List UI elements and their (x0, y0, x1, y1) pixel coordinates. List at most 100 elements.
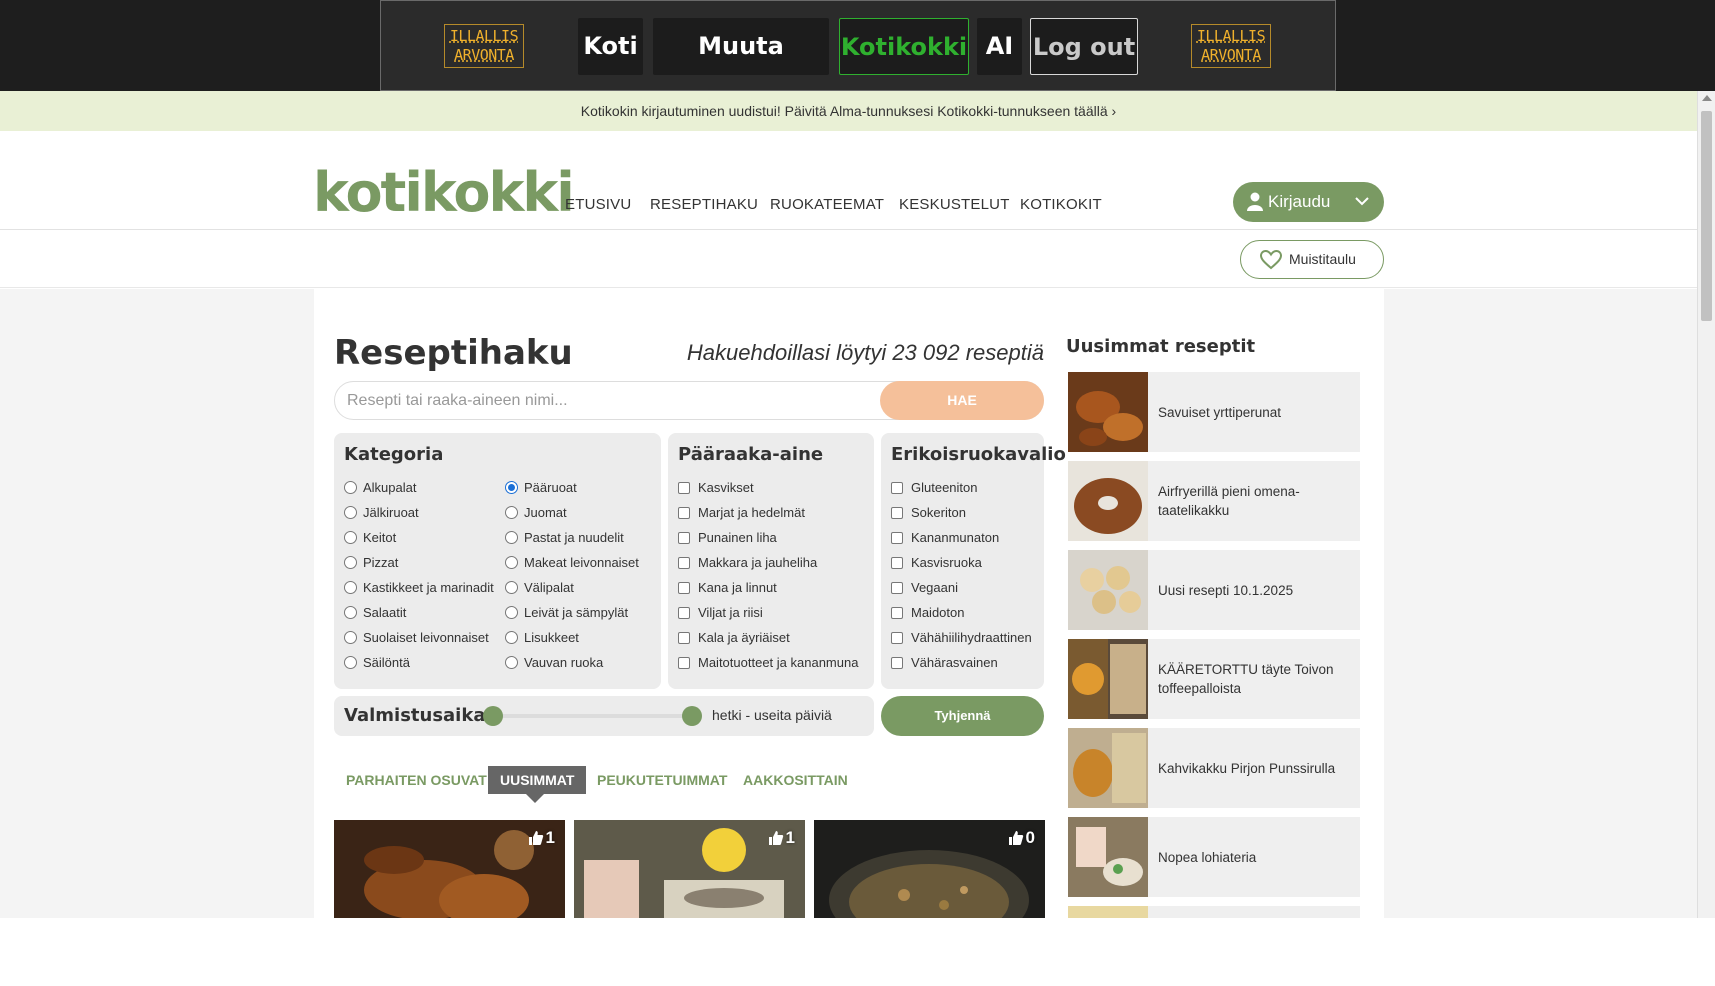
ingredient-option[interactable]: Marjat ja hedelmät (678, 503, 805, 523)
checkbox-icon[interactable] (891, 657, 903, 669)
recipe-card[interactable]: 0 (814, 820, 1045, 918)
scroll-up-arrow-icon[interactable] (1702, 95, 1712, 101)
radio-icon[interactable] (344, 481, 357, 494)
koti-button[interactable]: Koti (578, 18, 643, 75)
checkbox-icon[interactable] (678, 582, 690, 594)
prep-time-slider-track[interactable] (492, 714, 692, 718)
ingredient-option[interactable]: Viljat ja riisi (678, 603, 763, 623)
prep-time-max-handle[interactable] (682, 706, 702, 726)
category-option[interactable]: Kastikkeet ja marinadit (344, 578, 494, 598)
search-button[interactable]: HAE (880, 381, 1044, 420)
latest-recipe-item[interactable]: Nopea lohiateria (1068, 817, 1360, 897)
checkbox-icon[interactable] (891, 582, 903, 594)
radio-icon[interactable] (505, 606, 518, 619)
radio-icon[interactable] (344, 581, 357, 594)
scrollbar-thumb[interactable] (1701, 111, 1712, 321)
diet-option[interactable]: Kasvisruoka (891, 553, 982, 573)
ingredient-option[interactable]: Makkara ja jauheliha (678, 553, 817, 573)
muuta-menua-button[interactable]: Muuta menua (653, 18, 829, 117)
category-option[interactable]: Pastat ja nuudelit (505, 528, 624, 548)
tab-uusimmat[interactable]: UUSIMMAT (488, 766, 587, 794)
category-option[interactable]: Pizzat (344, 553, 398, 573)
checkbox-icon[interactable] (678, 657, 690, 669)
diet-option[interactable]: Vähähiilihydraattinen (891, 628, 1032, 648)
nav-kotikokit[interactable]: KOTIKOKIT (1020, 196, 1102, 213)
checkbox-icon[interactable] (678, 632, 690, 644)
ingredient-option[interactable]: Maitotuotteet ja kananmuna (678, 653, 858, 673)
checkbox-icon[interactable] (891, 607, 903, 619)
login-button[interactable]: Kirjaudu (1233, 182, 1384, 222)
checkbox-icon[interactable] (678, 507, 690, 519)
diet-option[interactable]: Maidoton (891, 603, 964, 623)
nav-reseptihaku[interactable]: RESEPTIHAKU (650, 196, 758, 213)
latest-recipe-item-partial[interactable] (1068, 906, 1360, 918)
clear-filters-button[interactable]: Tyhjennä (881, 696, 1044, 736)
category-option[interactable]: Jälkiruoat (344, 503, 419, 523)
ingredient-option[interactable]: Kasvikset (678, 478, 754, 498)
category-option[interactable]: Makeat leivonnaiset (505, 553, 639, 573)
diet-option[interactable]: Gluteeniton (891, 478, 978, 498)
recipe-card[interactable]: 1 (334, 820, 565, 918)
nav-etusivu[interactable]: ETUSIVU (565, 196, 631, 213)
category-option[interactable]: Välipalat (505, 578, 574, 598)
kotikokki-logo[interactable]: kotikokki (313, 163, 575, 223)
category-option[interactable]: Säilöntä (344, 653, 410, 673)
ingredient-option[interactable]: Punainen liha (678, 528, 777, 548)
category-option[interactable]: Juomat (505, 503, 567, 523)
category-option[interactable]: Keitot (344, 528, 396, 548)
latest-recipe-item[interactable]: Savuiset yrttiperunat (1068, 372, 1360, 452)
latest-recipe-item[interactable]: Kahvikakku Pirjon Punssirulla (1068, 728, 1360, 808)
checkbox-icon[interactable] (678, 482, 690, 494)
diet-option[interactable]: Kananmunaton (891, 528, 999, 548)
checkbox-icon[interactable] (678, 557, 690, 569)
radio-icon[interactable] (505, 656, 518, 669)
radio-icon[interactable] (505, 631, 518, 644)
memo-board-button[interactable]: Muistitaulu (1240, 240, 1384, 279)
checkbox-icon[interactable] (678, 607, 690, 619)
kotikokki-button[interactable]: Kotikokki (839, 18, 969, 75)
radio-icon[interactable] (344, 631, 357, 644)
checkbox-icon[interactable] (891, 557, 903, 569)
latest-recipe-item[interactable]: Airfryerillä pieni omena-taatelikakku (1068, 461, 1360, 541)
ingredient-option[interactable]: Kana ja linnut (678, 578, 777, 598)
radio-icon[interactable] (505, 556, 518, 569)
checkbox-icon[interactable] (891, 532, 903, 544)
checkbox-icon[interactable] (678, 532, 690, 544)
search-input[interactable] (345, 382, 905, 419)
tab-aakkosittain[interactable]: AAKKOSITTAIN (743, 766, 848, 794)
diet-option[interactable]: Vähärasvainen (891, 653, 998, 673)
radio-checked-icon[interactable] (505, 481, 518, 494)
marquee-left-logo[interactable]: ILLALLIS ARVONTA (444, 24, 524, 68)
radio-icon[interactable] (344, 556, 357, 569)
diet-option[interactable]: Sokeriton (891, 503, 966, 523)
checkbox-icon[interactable] (891, 632, 903, 644)
category-option[interactable]: Lisukkeet (505, 628, 579, 648)
diet-option[interactable]: Vegaani (891, 578, 958, 598)
ai-button[interactable]: AI (977, 18, 1022, 75)
radio-icon[interactable] (344, 606, 357, 619)
category-option[interactable]: Salaatit (344, 603, 406, 623)
tab-parhaiten-osuvat[interactable]: PARHAITEN OSUVAT (346, 766, 487, 794)
nav-keskustelut[interactable]: KESKUSTELUT (899, 196, 1010, 213)
category-option-selected[interactable]: Pääruoat (505, 478, 577, 498)
radio-icon[interactable] (505, 581, 518, 594)
radio-icon[interactable] (505, 506, 518, 519)
radio-icon[interactable] (344, 531, 357, 544)
tab-peukutetuimmat[interactable]: PEUKUTETUIMMAT (597, 766, 727, 794)
checkbox-icon[interactable] (891, 482, 903, 494)
checkbox-icon[interactable] (891, 507, 903, 519)
category-option[interactable]: Leivät ja sämpylät (505, 603, 628, 623)
recipe-card[interactable]: 1 (574, 820, 805, 918)
radio-icon[interactable] (344, 656, 357, 669)
page-scrollbar[interactable] (1697, 91, 1715, 918)
logout-button[interactable]: Log out (1030, 18, 1138, 75)
nav-ruokateemat[interactable]: RUOKATEEMAT (770, 196, 884, 213)
latest-recipe-item[interactable]: KÄÄRETORTTU täyte Toivon toffeepalloista (1068, 639, 1360, 719)
latest-recipe-item[interactable]: Uusi resepti 10.1.2025 (1068, 550, 1360, 630)
radio-icon[interactable] (505, 531, 518, 544)
category-option[interactable]: Suolaiset leivonnaiset (344, 628, 489, 648)
category-option[interactable]: Vauvan ruoka (505, 653, 603, 673)
marquee-right-logo[interactable]: ILLALLIS ARVONTA (1191, 24, 1271, 68)
announcement-bar[interactable]: Kotikokin kirjautuminen uudistui! Päivit… (0, 91, 1697, 131)
ingredient-option[interactable]: Kala ja äyriäiset (678, 628, 790, 648)
